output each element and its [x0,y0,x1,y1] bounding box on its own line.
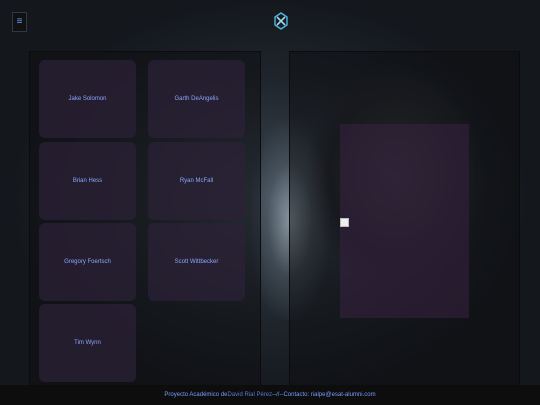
cast-list-panel: Jake Solomon Garth DeAngelis Brian Hess … [29,51,261,387]
cast-card[interactable]: Gregory Foertsch [39,223,136,301]
cast-card[interactable]: Garth DeAngelis [148,60,245,138]
cast-name: Garth DeAngelis [174,96,219,102]
hamburger-menu-button[interactable]: ≡ [12,12,27,32]
cast-name: Tim Wynn [74,340,101,346]
footer-separator: --//-- [272,392,284,398]
cast-name: Jake Solomon [68,96,107,102]
footer: Proyecto Académico de David Rial Pérez -… [0,385,540,405]
cast-name: Ryan McFall [179,178,214,184]
cast-name: Brian Hess [72,178,103,184]
cast-name: Gregory Foertsch [64,259,111,265]
detail-panel [289,51,520,387]
x-files-logo-icon[interactable] [274,12,288,30]
hamburger-menu-icon: ≡ [16,16,23,27]
footer-contact[interactable]: Contacto: rialpe@esat-alumni.com [283,392,375,398]
footer-author-link[interactable]: David Rial Pérez [227,392,272,398]
detail-content-box [340,124,469,318]
cast-card[interactable]: Tim Wynn [39,304,136,382]
cast-card[interactable]: Brian Hess [39,142,136,220]
cast-card[interactable]: Jake Solomon [39,60,136,138]
broken-image-icon [340,218,349,227]
cast-card[interactable]: Ryan McFall [148,142,245,220]
footer-prefix: Proyecto Académico de [164,392,228,398]
cast-name: Scott Wittbecker [174,259,219,265]
cast-card[interactable]: Scott Wittbecker [148,223,245,301]
